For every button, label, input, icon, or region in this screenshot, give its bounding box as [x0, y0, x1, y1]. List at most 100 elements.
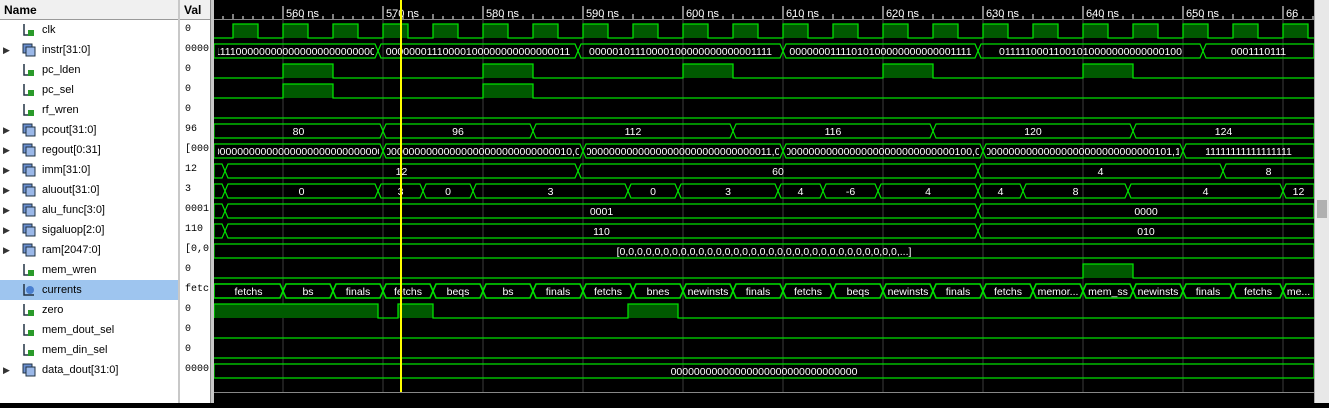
bus-value-label: [00000000000000000000000000000000,0: [214, 146, 398, 158]
expand-arrow-icon[interactable]: ▶: [3, 120, 10, 140]
clock-high-fill: [333, 24, 358, 38]
bus-icon: [22, 223, 36, 237]
signal-row-currents[interactable]: currents: [0, 280, 178, 300]
wave-high-fill: [683, 64, 733, 78]
signal-row-sigaluop[interactable]: ▶ sigaluop[2:0]: [0, 220, 178, 240]
bus-value-label: 8: [1266, 166, 1272, 178]
bus-value-label: 8: [1073, 186, 1079, 198]
signal-value: 0: [185, 24, 192, 35]
signal-row-clk[interactable]: clk: [0, 20, 178, 40]
bus-value-label: 3: [548, 186, 554, 198]
signal-name: sigaluop[2:0]: [42, 224, 105, 236]
signal-row-aluout[interactable]: ▶ aluout[31:0]: [0, 180, 178, 200]
signal-name: regout[0:31]: [42, 144, 101, 156]
bus-icon: [22, 143, 36, 157]
bus-value-label: 01111100011001010000000000000100: [999, 46, 1182, 58]
wave-trace: [214, 63, 1314, 79]
signal-value: [0,0: [185, 244, 210, 255]
bus-value-label: 00000001110000100000000000000011: [386, 46, 571, 58]
clock-high-fill: [833, 24, 858, 38]
signal-row-imm[interactable]: ▶ imm[31:0]: [0, 160, 178, 180]
value-column-header[interactable]: Val: [180, 0, 210, 20]
bus-value-label: 11111100000000000000000000000000: [214, 46, 388, 58]
vertical-scrollbar[interactable]: [1314, 0, 1329, 403]
bus-value-label: [0,0,0,0,0,0,0,0,0,0,0,0,0,0,0,0,0,0,0,0…: [617, 246, 912, 258]
waveform-instr: 1111110000000000000000000000000000000001…: [213, 43, 1315, 59]
bus-value-label: bs: [302, 286, 313, 298]
signal-row-mem-wren[interactable]: mem_wren: [0, 260, 178, 280]
waveform-canvas[interactable]: 560 ns 570 ns 580 ns 590 ns 600 ns 610 ns 620 …: [213, 0, 1315, 403]
signal-name: alu_func[3:0]: [42, 204, 105, 216]
expand-arrow-icon[interactable]: ▶: [3, 200, 10, 220]
signal-value: 0000: [185, 44, 210, 55]
expand-arrow-icon[interactable]: ▶: [3, 180, 10, 200]
signal-name: pc_lden: [42, 64, 81, 76]
signal-row-ram[interactable]: ▶ ram[2047:0]: [0, 240, 178, 260]
scrollbar-thumb[interactable]: [1317, 200, 1327, 218]
waveform-data-dout: 00000000000000000000000000000000: [213, 363, 1315, 379]
bus-value-label: 0: [650, 186, 656, 198]
bus-value-label: 00000000000000000000000000000011,0: [586, 146, 781, 158]
bus-value-label: 00000000000000000000000000000010,0: [385, 146, 581, 158]
signal-value-panel: Val 0 0000 0 0 0 96 [000 12 3 0001 110 [0,0 0 fetc 0 0 0…: [180, 0, 211, 403]
bus-value-label: 00000000000000000000000000000100,0: [785, 146, 981, 158]
signal-row-mem-dout-sel[interactable]: mem_dout_sel: [0, 320, 178, 340]
signal-value: 96: [185, 124, 198, 135]
expand-arrow-icon[interactable]: ▶: [3, 360, 10, 380]
bus-value-label: newinsts: [688, 286, 729, 298]
signal-row-alu-func[interactable]: ▶ alu_func[3:0]: [0, 200, 178, 220]
clock-high-fill: [633, 24, 658, 38]
signal-name: currents: [42, 284, 82, 296]
wave-high-fill: [1083, 64, 1133, 78]
wave-high-fill: [1083, 264, 1133, 278]
signal-value: 0: [185, 64, 192, 75]
signal-row-mem-din-sel[interactable]: mem_din_sel: [0, 340, 178, 360]
signal-row-zero[interactable]: zero: [0, 300, 178, 320]
signal-name: mem_dout_sel: [42, 324, 115, 336]
wave-trace: [214, 263, 1314, 279]
signal-row-data-dout[interactable]: ▶ data_dout[31:0]: [0, 360, 178, 380]
signal-row-rf-wren[interactable]: rf_wren: [0, 100, 178, 120]
bus-value-label: 4: [1098, 166, 1104, 178]
bus-icon: [22, 123, 36, 137]
signal-row-instr[interactable]: ▶ instr[31:0]: [0, 40, 178, 60]
bus-icon: [22, 163, 36, 177]
signal-value: 0: [185, 84, 192, 95]
bus-value-label: fetchs: [394, 286, 422, 298]
signal-name: clk: [42, 24, 56, 36]
wave-high-fill: [483, 84, 533, 98]
expand-arrow-icon[interactable]: ▶: [3, 40, 10, 60]
waveform-aluout: 0303034-6448412: [213, 183, 1315, 199]
bus-value-label: fetchs: [594, 286, 622, 298]
waveform-mem-wren: [214, 263, 1314, 279]
clock-high-fill: [733, 24, 758, 38]
bus-value-label: 60: [772, 166, 784, 178]
signal-value: 0000: [185, 364, 210, 375]
expand-arrow-icon[interactable]: ▶: [3, 220, 10, 240]
signal-row-pcout[interactable]: ▶ pcout[31:0]: [0, 120, 178, 140]
bus-value-label: newinsts: [1138, 286, 1179, 298]
bus-value-label: bnes: [647, 286, 670, 298]
signal-value: 0: [185, 104, 192, 115]
signal-icon: [22, 83, 35, 97]
expand-arrow-icon[interactable]: ▶: [3, 140, 10, 160]
waveform-panel[interactable]: 560 ns 570 ns 580 ns 590 ns 600 ns 610 ns 620 …: [213, 0, 1315, 403]
bus-segment: [213, 203, 226, 219]
bus-value-label: fetchs: [234, 286, 262, 298]
signal-row-pc-sel[interactable]: pc_sel: [0, 80, 178, 100]
bus-value-label: -6: [846, 186, 855, 198]
name-column-header[interactable]: Name: [0, 0, 178, 20]
wave-trace: [214, 83, 1314, 99]
bus-value-label: 0: [445, 186, 451, 198]
waveform-currents: fetchs bs finals fetchs beqs bs finals fetchs bn…: [213, 283, 1315, 299]
bus-value-label: 010: [1137, 226, 1155, 238]
signal-row-regout[interactable]: ▶ regout[0:31]: [0, 140, 178, 160]
expand-arrow-icon[interactable]: ▶: [3, 160, 10, 180]
wave-high-fill: [483, 64, 533, 78]
bus-value-label: 4: [998, 186, 1004, 198]
bus-value-label: finals: [1196, 286, 1221, 298]
signal-value: 0: [185, 324, 192, 335]
bus-icon: [22, 43, 36, 57]
expand-arrow-icon[interactable]: ▶: [3, 240, 10, 260]
signal-row-pc-lden[interactable]: pc_lden: [0, 60, 178, 80]
